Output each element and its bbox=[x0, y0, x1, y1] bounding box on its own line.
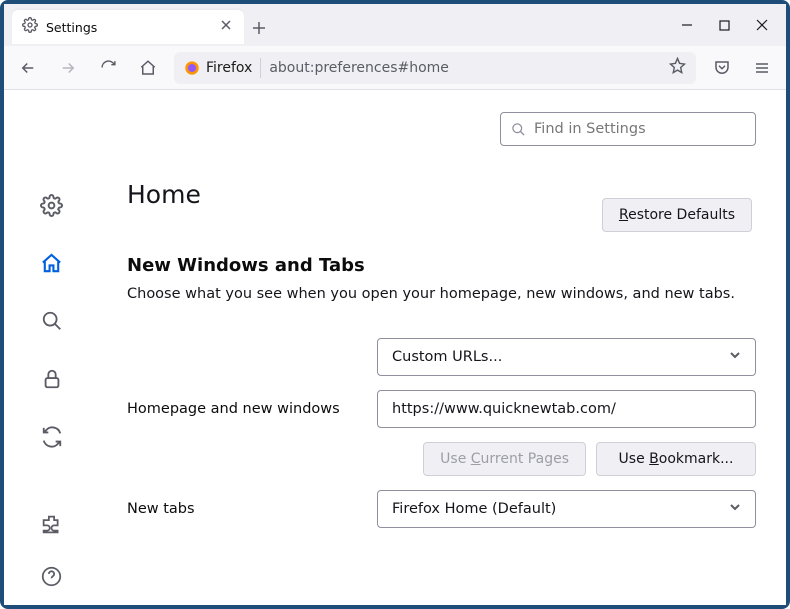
sidebar-search-icon[interactable] bbox=[38, 308, 66, 336]
newtabs-label: New tabs bbox=[127, 501, 377, 517]
bookmark-star-icon[interactable] bbox=[669, 57, 686, 78]
reload-button[interactable] bbox=[94, 54, 122, 82]
sidebar-extensions-icon[interactable] bbox=[38, 511, 66, 539]
window-titlebar: Settings bbox=[4, 4, 786, 46]
main-panel: Find in Settings Home Restore Defaults N… bbox=[99, 90, 786, 605]
homepage-url-value: https://www.quicknewtab.com/ bbox=[392, 401, 616, 417]
close-window-icon[interactable] bbox=[756, 19, 768, 31]
url-text: about:preferences#home bbox=[269, 60, 661, 76]
sidebar-help-icon[interactable] bbox=[38, 563, 66, 591]
nav-toolbar: Firefox about:preferences#home bbox=[4, 46, 786, 90]
home-toolbar-button[interactable] bbox=[134, 54, 162, 82]
url-bar[interactable]: Firefox about:preferences#home bbox=[174, 52, 696, 84]
restore-defaults-button[interactable]: Restore Defaults bbox=[602, 198, 752, 232]
section-description: Choose what you see when you open your h… bbox=[127, 286, 756, 302]
homepage-url-input[interactable]: https://www.quicknewtab.com/ bbox=[377, 390, 756, 428]
find-placeholder: Find in Settings bbox=[534, 121, 646, 137]
save-to-pocket-button[interactable] bbox=[708, 54, 736, 82]
window-controls bbox=[681, 4, 786, 46]
chevron-down-icon bbox=[729, 349, 741, 365]
sidebar-sync-icon[interactable] bbox=[38, 423, 66, 451]
maximize-icon[interactable] bbox=[719, 20, 730, 31]
identity-label: Firefox bbox=[206, 60, 252, 76]
search-icon bbox=[511, 122, 526, 137]
homepage-label: Homepage and new windows bbox=[127, 401, 377, 417]
firefox-icon bbox=[184, 60, 200, 76]
new-tab-button[interactable] bbox=[244, 10, 274, 46]
minimize-icon[interactable] bbox=[681, 19, 693, 31]
sidebar-general-icon[interactable] bbox=[38, 192, 66, 220]
back-button[interactable] bbox=[14, 54, 42, 82]
app-menu-button[interactable] bbox=[748, 54, 776, 82]
homepage-mode-select[interactable]: Custom URLs... bbox=[377, 338, 756, 376]
chevron-down-icon bbox=[729, 501, 741, 517]
newtabs-select[interactable]: Firefox Home (Default) bbox=[377, 490, 756, 528]
newtabs-value: Firefox Home (Default) bbox=[392, 501, 556, 517]
preferences-content: Find in Settings Home Restore Defaults N… bbox=[4, 90, 786, 605]
sidebar-home-icon[interactable] bbox=[38, 250, 66, 278]
close-tab-icon[interactable] bbox=[218, 19, 234, 35]
section-title: New Windows and Tabs bbox=[127, 255, 756, 276]
identity-box[interactable]: Firefox bbox=[184, 58, 261, 78]
gear-icon bbox=[22, 17, 38, 37]
tab-title: Settings bbox=[46, 20, 210, 35]
category-sidebar bbox=[4, 90, 99, 605]
use-bookmark-button[interactable]: Use Bookmark... bbox=[596, 442, 756, 476]
homepage-mode-value: Custom URLs... bbox=[392, 349, 502, 365]
forward-button[interactable] bbox=[54, 54, 82, 82]
sidebar-privacy-icon[interactable] bbox=[38, 365, 66, 393]
use-current-pages-button[interactable]: Use Current Pages bbox=[423, 442, 586, 476]
browser-tab-active[interactable]: Settings bbox=[12, 10, 244, 44]
find-in-settings-input[interactable]: Find in Settings bbox=[500, 112, 756, 146]
